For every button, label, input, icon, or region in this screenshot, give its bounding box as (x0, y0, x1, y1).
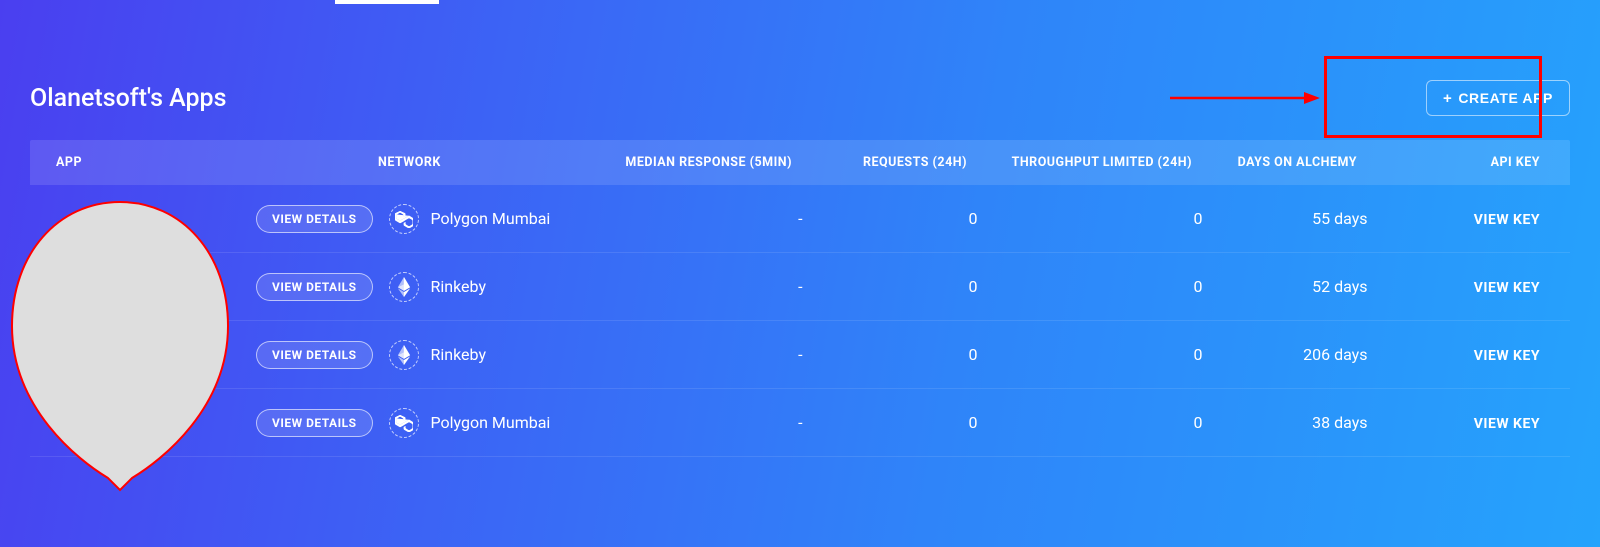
view-key-button[interactable]: VIEW KEY (1474, 416, 1540, 432)
table-row: VIEW DETAILSPolygon Mumbai-0038 daysVIEW… (30, 389, 1570, 457)
cell-app: VIEW DETAILS (30, 273, 381, 301)
cell-days: 38 days (1211, 413, 1376, 432)
view-details-button[interactable]: VIEW DETAILS (256, 205, 373, 233)
cell-apikey: VIEW KEY (1376, 413, 1570, 432)
table-row: VIEW DETAILSPolygon Mumbai-0055 daysVIEW… (30, 185, 1570, 253)
cell-network: Rinkeby (381, 340, 611, 370)
cell-throughput: 0 (986, 413, 1211, 432)
cell-app: VIEW DETAILS (30, 409, 381, 437)
cell-requests: 0 (811, 209, 986, 228)
view-key-button[interactable]: VIEW KEY (1474, 280, 1540, 296)
view-key-button[interactable]: VIEW KEY (1474, 348, 1540, 364)
cell-app: VIEW DETAILS (30, 205, 381, 233)
col-header-app: APP (30, 155, 370, 170)
cell-median: - (611, 345, 811, 364)
polygon-icon (389, 408, 419, 438)
cell-network: Polygon Mumbai (381, 408, 611, 438)
cell-days: 206 days (1211, 345, 1376, 364)
cell-apikey: VIEW KEY (1376, 277, 1570, 296)
polygon-icon (389, 204, 419, 234)
cell-requests: 0 (811, 413, 986, 432)
cell-median: - (611, 277, 811, 296)
network-name: Rinkeby (431, 345, 487, 364)
table-row: VIEW DETAILSRinkeby-0052 daysVIEW KEY (30, 253, 1570, 321)
eth-icon (389, 340, 419, 370)
view-details-button[interactable]: VIEW DETAILS (256, 273, 373, 301)
col-header-median: MEDIAN RESPONSE (5MIN) (600, 155, 800, 170)
cell-throughput: 0 (986, 345, 1211, 364)
cell-days: 52 days (1211, 277, 1376, 296)
page-title: Olanetsoft's Apps (30, 84, 226, 113)
cell-apikey: VIEW KEY (1376, 209, 1570, 228)
network-name: Polygon Mumbai (431, 209, 551, 228)
view-details-button[interactable]: VIEW DETAILS (256, 409, 373, 437)
col-header-days: DAYS ON ALCHEMY (1200, 155, 1365, 170)
page-header: Olanetsoft's Apps + CREATE APP (30, 80, 1570, 116)
eth-icon (389, 272, 419, 302)
col-header-network: NETWORK (370, 155, 600, 170)
view-key-button[interactable]: VIEW KEY (1474, 212, 1540, 228)
cell-days: 55 days (1211, 209, 1376, 228)
network-name: Polygon Mumbai (431, 413, 551, 432)
active-tab-indicator (335, 0, 439, 4)
cell-network: Polygon Mumbai (381, 204, 611, 234)
cell-requests: 0 (811, 277, 986, 296)
cell-app: VIEW DETAILS (30, 341, 381, 369)
cell-median: - (611, 413, 811, 432)
create-app-button[interactable]: + CREATE APP (1426, 80, 1570, 116)
apps-table-body: VIEW DETAILSPolygon Mumbai-0055 daysVIEW… (30, 185, 1570, 457)
cell-apikey: VIEW KEY (1376, 345, 1570, 364)
col-header-throughput: THROUGHPUT LIMITED (24H) (975, 155, 1200, 170)
col-header-requests: REQUESTS (24H) (800, 155, 975, 170)
cell-throughput: 0 (986, 209, 1211, 228)
cell-throughput: 0 (986, 277, 1211, 296)
cell-network: Rinkeby (381, 272, 611, 302)
table-row: VIEW DETAILSRinkeby-00206 daysVIEW KEY (30, 321, 1570, 389)
plus-icon: + (1443, 91, 1452, 106)
create-app-label: CREATE APP (1458, 90, 1553, 106)
col-header-apikey: API KEY (1365, 155, 1570, 170)
cell-requests: 0 (811, 345, 986, 364)
network-name: Rinkeby (431, 277, 487, 296)
cell-median: - (611, 209, 811, 228)
apps-table-header: APP NETWORK MEDIAN RESPONSE (5MIN) REQUE… (30, 140, 1570, 185)
view-details-button[interactable]: VIEW DETAILS (256, 341, 373, 369)
